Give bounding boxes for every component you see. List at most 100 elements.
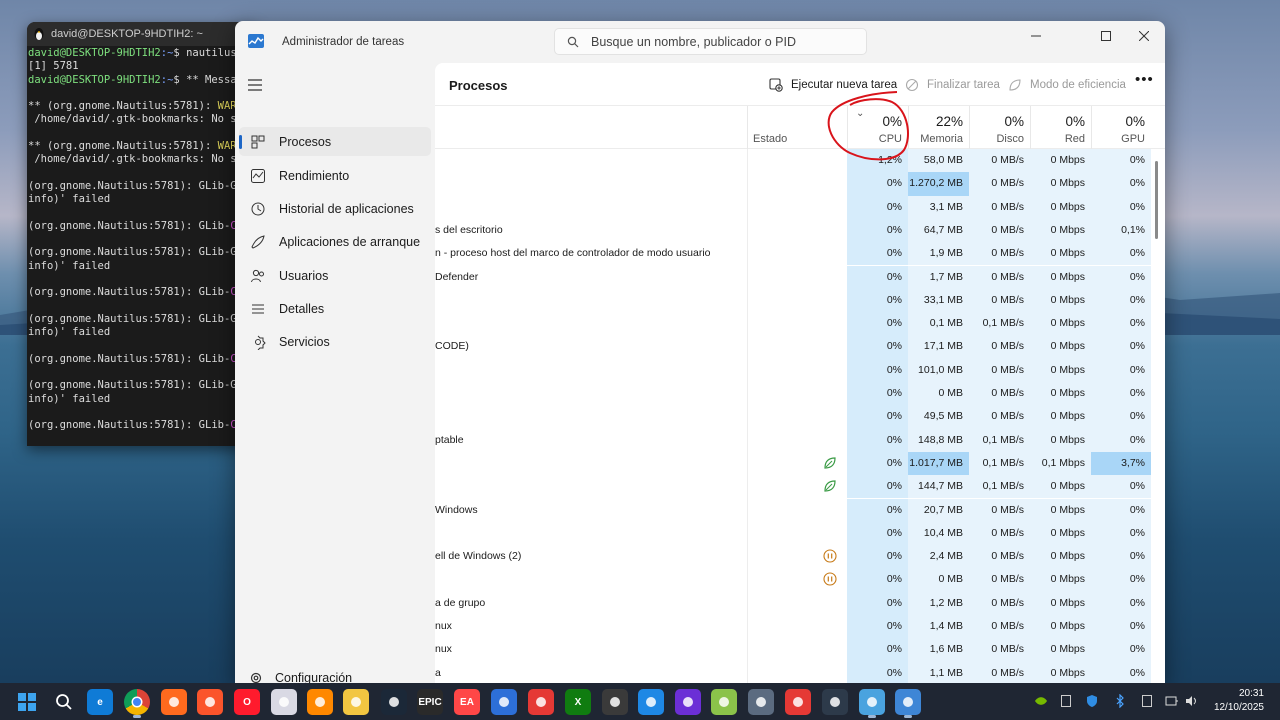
table-row[interactable]: n - proceso host del marco de controlado… [435, 242, 1151, 266]
sync-app-icon[interactable] [638, 689, 664, 715]
disk-cell: 0 MB/s [969, 265, 1030, 289]
vlc-icon[interactable] [307, 689, 333, 715]
steam-icon[interactable] [381, 689, 407, 715]
nvidia-icon[interactable] [1031, 691, 1051, 711]
column-cpu[interactable]: ⌄ 0% CPU [847, 106, 908, 150]
terminal-output[interactable]: david@DESKTOP-9HDTIH2:~$ nautilus & [1] 5… [27, 46, 257, 434]
window-icon[interactable] [1056, 691, 1076, 711]
table-row[interactable]: 0% 1.017,7 MB 0,1 MB/s 0,1 Mbps 3,7% [435, 451, 1151, 476]
red-app-icon[interactable] [528, 689, 554, 715]
table-row[interactable]: Defender 0% 1,7 MB 0 MB/s 0 Mbps 0% [435, 265, 1151, 289]
table-row[interactable]: 0% 144,7 MB 0,1 MB/s 0 Mbps 0% [435, 475, 1151, 499]
table-row[interactable]: 0% 1.270,2 MB 0 MB/s 0 Mbps 0% [435, 172, 1151, 196]
store-icon[interactable] [602, 689, 628, 715]
parachute-icon[interactable] [271, 689, 297, 715]
minimize-button[interactable] [1013, 21, 1059, 51]
cpu-cell: 0% [847, 218, 908, 243]
terminal-line: info)' failed [28, 193, 256, 206]
disk-cell: 0 MB/s [969, 382, 1030, 406]
clock[interactable]: 20:31 12/10/2025 [1214, 687, 1264, 715]
table-row[interactable]: 0% 10,4 MB 0 MB/s 0 Mbps 0% [435, 521, 1151, 546]
network-icon[interactable] [1162, 691, 1182, 711]
edge-icon[interactable]: e [87, 689, 113, 715]
nav-item-rendimiento[interactable]: Rendimiento [239, 161, 431, 190]
gamepad-icon[interactable] [785, 689, 811, 715]
ea-icon[interactable]: EA [454, 689, 480, 715]
nav-item-historial-de-aplicaciones[interactable]: Historial de aplicaciones [239, 194, 431, 223]
search-input[interactable]: Busque un nombre, publicador o PID [554, 28, 867, 55]
table-row[interactable]: a de grupo 0% 1,2 MB 0 MB/s 0 Mbps 0% [435, 591, 1151, 615]
taskmanager-icon[interactable] [895, 689, 921, 718]
table-row[interactable]: ptable 0% 148,8 MB 0,1 MB/s 0 Mbps 0% [435, 428, 1151, 452]
efficiency-mode-button[interactable]: Modo de eficiencia [1008, 71, 1126, 99]
nav-item-procesos[interactable]: Procesos [239, 127, 431, 156]
table-row[interactable]: 0% 0 MB 0 MB/s 0 Mbps 0% [435, 382, 1151, 406]
task-manager-window[interactable]: Administrador de tareas Busque un nombre… [235, 21, 1165, 683]
task-manager-titlebar[interactable]: Administrador de tareas Busque un nombre… [235, 21, 1165, 63]
table-row[interactable]: ell de Windows (2) 0% 2,4 MB 0 MB/s 0 Mbps 0% [435, 545, 1151, 569]
nav-item-aplicaciones-de-arranque[interactable]: Aplicaciones de arranque [239, 227, 431, 256]
bluetooth-icon[interactable] [1110, 691, 1130, 711]
column-status[interactable]: Estado [747, 106, 847, 150]
hamburger-menu-icon[interactable] [247, 78, 263, 92]
triangle-app-icon[interactable] [491, 689, 517, 715]
table-row[interactable]: 1,2% 58,0 MB 0 MB/s 0 Mbps 0% [435, 149, 1151, 173]
epic-games-icon[interactable]: EPIC [417, 689, 443, 715]
more-options-button[interactable]: ••• [1135, 71, 1154, 88]
process-name: n - proceso host del marco de controlado… [435, 247, 711, 260]
column-memory[interactable]: 22% Memoria [908, 106, 969, 150]
cpu-cell: 0% [847, 172, 908, 196]
xbox-icon[interactable]: X [565, 689, 591, 715]
table-row[interactable]: 0% 0,1 MB 0,1 MB/s 0 Mbps 0% [435, 312, 1151, 336]
taskbar-window-icon[interactable] [1137, 691, 1157, 711]
search-icon[interactable] [51, 689, 77, 715]
table-row[interactable]: 0% 3,1 MB 0 MB/s 0 Mbps 0% [435, 195, 1151, 219]
table-row[interactable]: s del escritorio 0% 64,7 MB 0 MB/s 0 Mbps 0,1… [435, 218, 1151, 243]
terminal-window[interactable]: david@DESKTOP-9HDTIH2: ~ david@DESKTOP-9… [27, 22, 257, 446]
table-row[interactable]: Windows 0% 20,7 MB 0 MB/s 0 Mbps 0% [435, 498, 1151, 522]
end-task-button[interactable]: Finalizar tarea [905, 71, 1000, 99]
settings-button[interactable]: Configuración [249, 671, 352, 683]
table-row[interactable]: a 0% 1,1 MB 0 MB/s 0 Mbps 0% [435, 661, 1151, 683]
volume-icon[interactable] [1182, 691, 1202, 711]
memory-cell: 2,4 MB [908, 545, 969, 569]
column-disk[interactable]: 0% Disco [969, 106, 1030, 150]
tux-icon[interactable] [859, 689, 885, 718]
nav-item-detalles[interactable]: Detalles [239, 294, 431, 323]
spiral-icon[interactable] [748, 689, 774, 715]
nav-item-servicios[interactable]: Servicios [239, 327, 431, 356]
table-row[interactable]: 0% 0 MB 0 MB/s 0 Mbps 0% [435, 568, 1151, 592]
terminal-app-icon[interactable] [822, 689, 848, 715]
table-row[interactable]: 0% 33,1 MB 0 MB/s 0 Mbps 0% [435, 288, 1151, 313]
maximize-icon [1101, 31, 1111, 41]
disk-cell: 0 MB/s [969, 335, 1030, 359]
disk-cell: 0 MB/s [969, 218, 1030, 243]
purple-ring-icon[interactable] [675, 689, 701, 715]
close-button[interactable] [1121, 21, 1165, 51]
table-row[interactable]: 0% 49,5 MB 0 MB/s 0 Mbps 0% [435, 405, 1151, 429]
kodi-like-icon[interactable] [711, 689, 737, 715]
start-icon[interactable] [14, 689, 40, 715]
scrollbar[interactable] [1155, 161, 1158, 239]
table-row[interactable]: nux 0% 1,4 MB 0 MB/s 0 Mbps 0% [435, 615, 1151, 639]
network-cell: 0 Mbps [1030, 149, 1091, 173]
process-table[interactable]: 1,2% 58,0 MB 0 MB/s 0 Mbps 0% 0% 1.270,2 MB 0 M… [435, 149, 1165, 683]
column-network[interactable]: 0% Red [1030, 106, 1091, 150]
terminal-titlebar[interactable]: david@DESKTOP-9HDTIH2: ~ [27, 22, 257, 46]
run-new-task-button[interactable]: Ejecutar nueva tarea [769, 71, 897, 99]
terminal-line: info)' failed [28, 393, 256, 406]
game-character-icon[interactable] [343, 689, 369, 715]
table-row[interactable]: nux 0% 1,6 MB 0 MB/s 0 Mbps 0% [435, 638, 1151, 662]
firefox-icon[interactable] [161, 689, 187, 715]
column-gpu[interactable]: 0% GPU [1091, 106, 1151, 150]
chrome-icon[interactable] [124, 689, 150, 718]
nav-item-usuarios[interactable]: Usuarios [239, 261, 431, 290]
security-shield-icon[interactable] [1082, 691, 1102, 711]
table-row[interactable]: 0% 101,0 MB 0 MB/s 0 Mbps 0% [435, 358, 1151, 382]
table-row[interactable]: CODE) 0% 17,1 MB 0 MB/s 0 Mbps 0% [435, 335, 1151, 359]
opera-icon[interactable]: O [234, 689, 260, 715]
taskbar-app-glyph: EPIC [418, 696, 442, 708]
brave-icon[interactable] [197, 689, 223, 715]
